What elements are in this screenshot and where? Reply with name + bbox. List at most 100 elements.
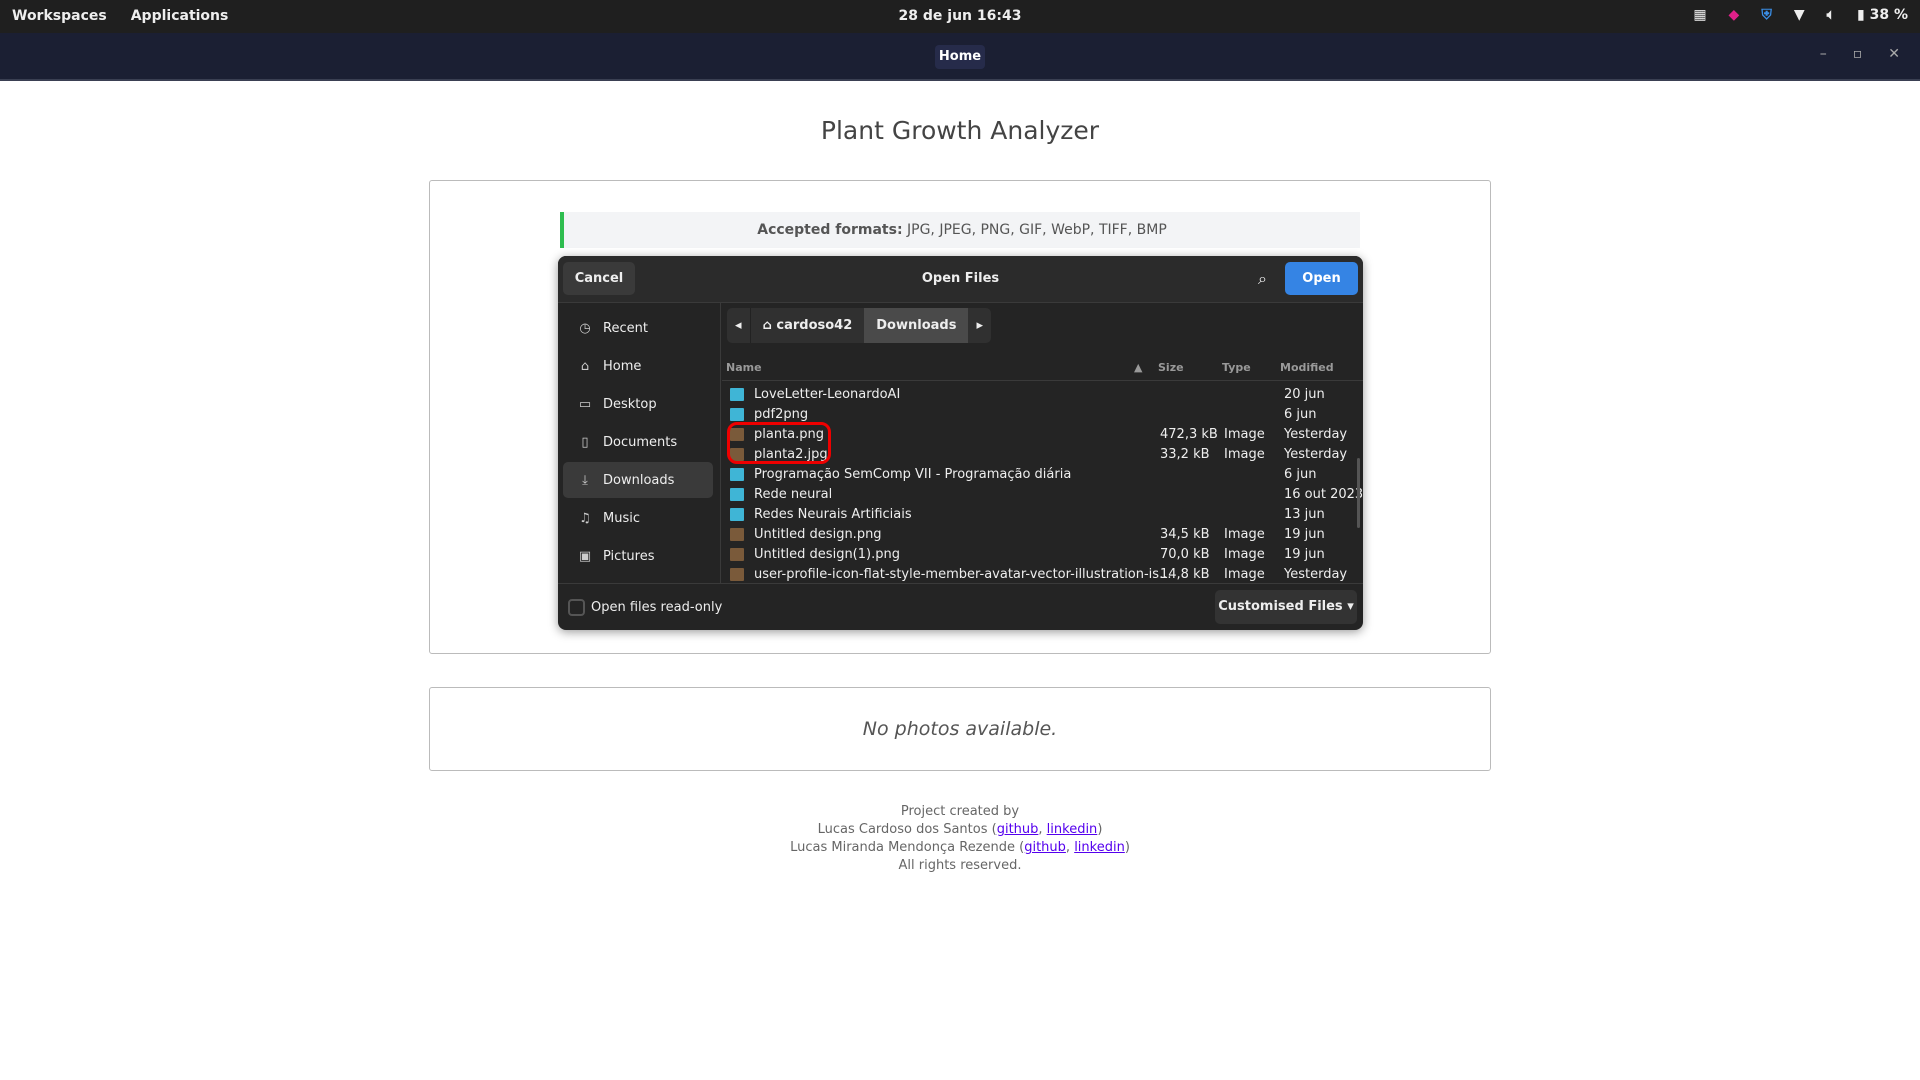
breadcrumb: ◂ ⌂ cardoso42 Downloads ▸	[727, 308, 991, 343]
file-type: Image	[1224, 547, 1265, 562]
path-home[interactable]: ⌂ cardoso42	[751, 308, 865, 343]
file-filter-dropdown[interactable]: Customised Files ▾	[1215, 590, 1357, 624]
file-modified: 19 jun	[1284, 547, 1325, 562]
file-row[interactable]: Redes Neurais Artificiais 13 jun	[722, 505, 1363, 525]
highlight-annotation	[727, 422, 831, 464]
sidebar-item-downloads[interactable]: ⤓ Downloads	[563, 462, 713, 498]
col-size[interactable]: Size	[1158, 361, 1184, 374]
file-size: 70,0 kB	[1160, 547, 1210, 562]
file-name: LoveLetter-LeonardoAI	[754, 387, 901, 402]
clock-icon: ◷	[579, 320, 591, 336]
github-link-1[interactable]: github	[997, 822, 1039, 837]
sidebar-item-recent[interactable]: ◷ Recent	[563, 310, 713, 346]
sidebar-item-label: Downloads	[603, 472, 675, 488]
window-header: Home – ▫ ✕	[0, 33, 1920, 81]
file-name: Untitled design.png	[754, 527, 882, 542]
maximize-icon[interactable]: ▫	[1853, 46, 1863, 62]
forward-arrow-icon[interactable]: ▸	[968, 308, 991, 343]
file-type: Image	[1224, 427, 1265, 442]
file-row[interactable]: LoveLetter-LeonardoAI 20 jun	[722, 385, 1363, 405]
file-name: Rede neural	[754, 487, 833, 502]
download-icon: ⤓	[582, 472, 588, 488]
column-header: Name ▲ Size Type Modified	[722, 353, 1363, 381]
path-downloads[interactable]: Downloads	[864, 308, 969, 343]
volume-icon[interactable]: 🔈︎	[1827, 7, 1835, 23]
sidebar-item-label: Pictures	[603, 548, 655, 564]
places-sidebar: ◷ Recent ⌂ Home ▭ Desktop ▯ Documents ⤓ Downloads…	[558, 303, 721, 583]
layout-icon[interactable]: ▦	[1693, 7, 1706, 23]
pictures-icon: ▣	[578, 548, 592, 564]
sidebar-item-pictures[interactable]: ▣ Pictures	[563, 538, 713, 574]
linkedin-link-2[interactable]: linkedin	[1074, 840, 1125, 855]
desktop-icon: ▭	[578, 396, 592, 412]
open-button[interactable]: Open	[1285, 262, 1358, 295]
file-name: user-profile-icon-flat-style-member-avat…	[754, 567, 1172, 582]
home-icon: ⌂	[762, 318, 772, 333]
app-indicator-icon[interactable]: ◆	[1729, 7, 1740, 23]
file-modified: 6 jun	[1284, 407, 1317, 422]
wifi-icon[interactable]: ▼	[1794, 7, 1805, 23]
col-modified[interactable]: Modified	[1280, 361, 1334, 374]
file-name: Programação SemComp VII - Programação di…	[754, 467, 1072, 482]
read-only-checkbox[interactable]	[568, 599, 585, 616]
github-link-2[interactable]: github	[1024, 840, 1066, 855]
file-modified: Yesterday	[1284, 567, 1348, 582]
file-name: pdf2png	[754, 407, 809, 422]
sidebar-item-desktop[interactable]: ▭ Desktop	[563, 386, 713, 422]
sidebar-item-label: Music	[603, 510, 640, 526]
sidebar-item-label: Home	[603, 358, 642, 374]
clock[interactable]: 28 de jun 16:43	[0, 8, 1920, 24]
sidebar-item-home[interactable]: ⌂ Home	[563, 348, 713, 384]
col-type[interactable]: Type	[1222, 361, 1251, 374]
file-row[interactable]: Rede neural 16 out 2023	[722, 485, 1363, 505]
file-row[interactable]: user-profile-icon-flat-style-member-avat…	[722, 565, 1363, 585]
folder-icon	[730, 488, 744, 501]
footer-credits: Project created by Lucas Cardoso dos San…	[790, 804, 1130, 873]
page-title: Plant Growth Analyzer	[820, 116, 1100, 145]
search-icon[interactable]: ⌕	[1258, 269, 1267, 289]
file-modified: 20 jun	[1284, 387, 1325, 402]
document-icon: ▯	[581, 434, 589, 450]
shield-icon[interactable]: ⛨	[1761, 7, 1772, 23]
scrollbar[interactable]	[1357, 458, 1360, 528]
sidebar-item-label: Recent	[603, 320, 648, 336]
close-icon[interactable]: ✕	[1888, 46, 1900, 62]
back-arrow-icon[interactable]: ◂	[727, 308, 751, 343]
accepted-formats: Accepted formats: JPG, JPEG, PNG, GIF, W…	[560, 212, 1360, 248]
file-name: Redes Neurais Artificiais	[754, 507, 912, 522]
image-file-icon	[730, 568, 744, 581]
top-panel: Workspaces Applications 28 de jun 16:43 ▦…	[0, 0, 1920, 33]
no-photos-message: No photos available.	[429, 687, 1491, 771]
file-name: Untitled design(1).png	[754, 547, 900, 562]
sidebar-item-music[interactable]: ♫ Music	[563, 500, 713, 536]
minimize-icon[interactable]: –	[1820, 46, 1827, 62]
battery-icon[interactable]: ▮	[1857, 7, 1865, 23]
sidebar-item-label: Desktop	[603, 396, 657, 412]
file-row[interactable]: Untitled design(1).png 70,0 kB Image 19 …	[722, 545, 1363, 565]
music-icon: ♫	[579, 510, 591, 526]
read-only-label: Open files read-only	[591, 600, 723, 615]
sidebar-item-documents[interactable]: ▯ Documents	[563, 424, 713, 460]
home-icon: ⌂	[580, 358, 590, 374]
file-modified: Yesterday	[1284, 427, 1348, 442]
folder-icon	[730, 408, 744, 421]
chevron-down-icon: ▾	[1347, 599, 1354, 614]
sort-ascending-icon: ▲	[1134, 361, 1143, 374]
file-type: Image	[1224, 447, 1265, 462]
file-row[interactable]: Programação SemComp VII - Programação di…	[722, 465, 1363, 485]
image-file-icon	[730, 548, 744, 561]
folder-icon	[730, 388, 744, 401]
tab-home[interactable]: Home	[935, 45, 985, 69]
file-size: 472,3 kB	[1160, 427, 1218, 442]
file-modified: 6 jun	[1284, 467, 1317, 482]
col-name[interactable]: Name	[726, 361, 762, 374]
file-modified: 13 jun	[1284, 507, 1325, 522]
file-size: 33,2 kB	[1160, 447, 1210, 462]
file-row[interactable]: Untitled design.png 34,5 kB Image 19 jun	[722, 525, 1363, 545]
file-modified: 16 out 2023	[1284, 487, 1363, 502]
image-file-icon	[730, 528, 744, 541]
sidebar-item-label: Documents	[603, 434, 678, 450]
battery-level: 38 %	[1869, 7, 1908, 23]
linkedin-link-1[interactable]: linkedin	[1047, 822, 1098, 837]
file-type: Image	[1224, 567, 1265, 582]
